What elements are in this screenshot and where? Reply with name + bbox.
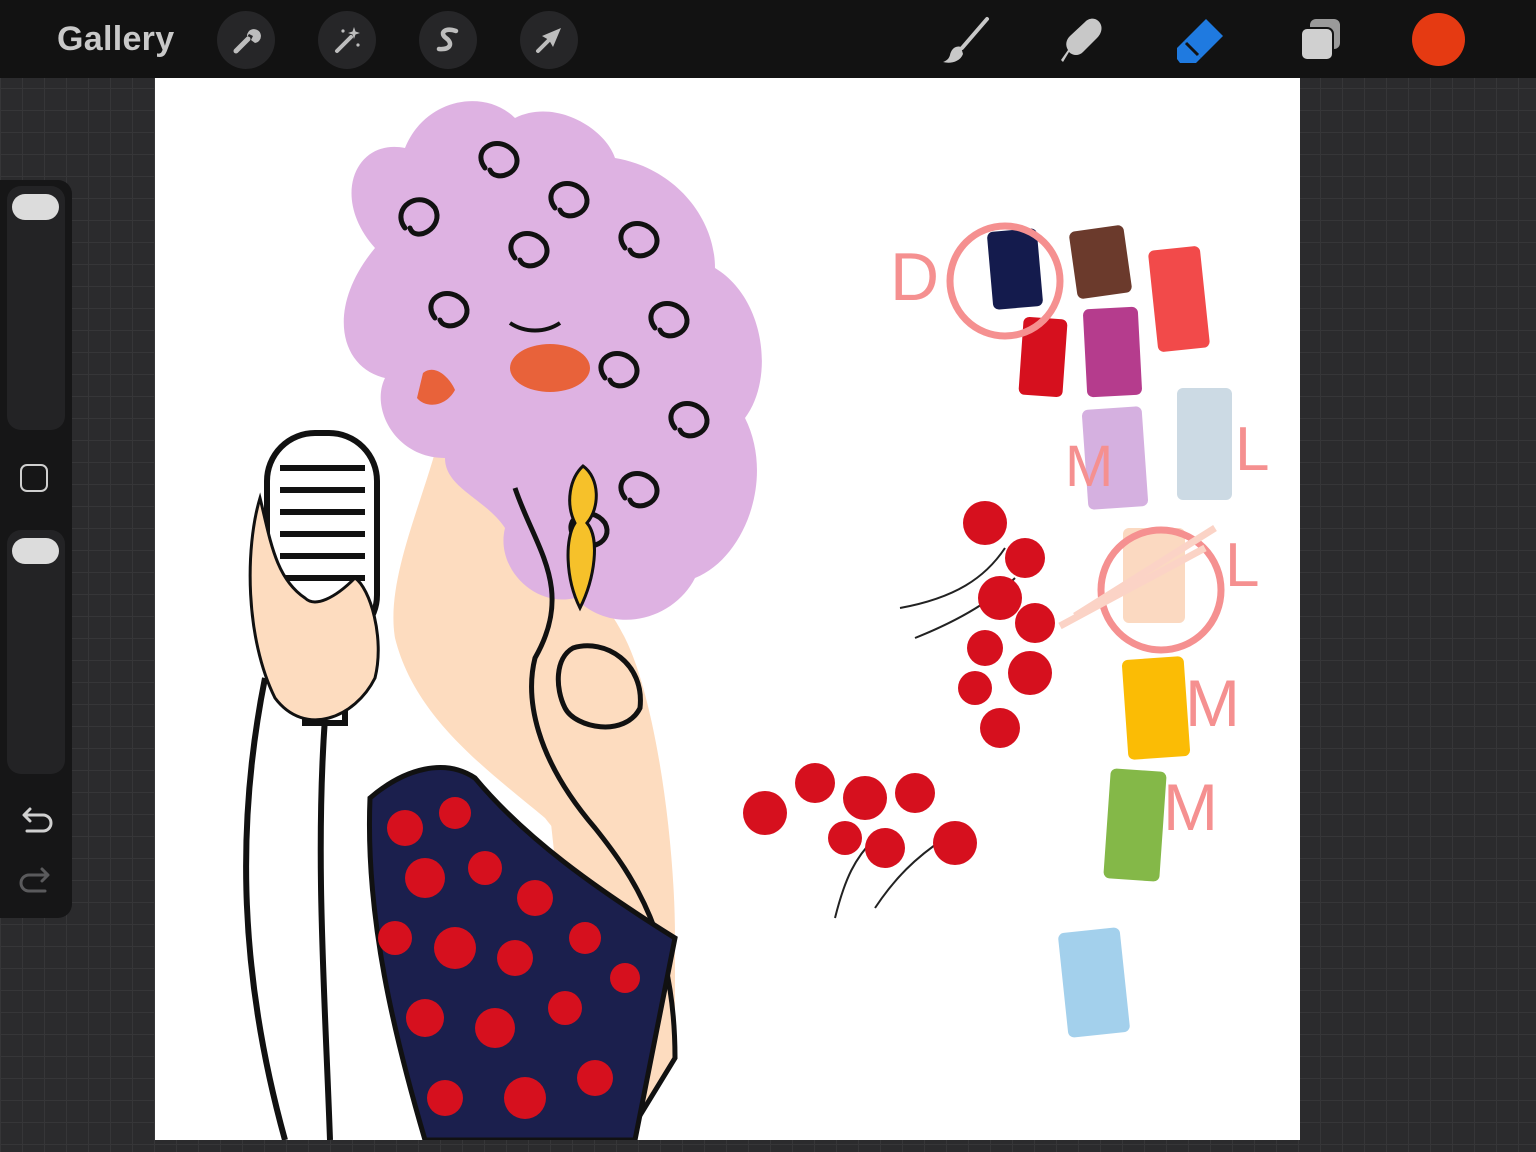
redo-button[interactable] bbox=[18, 862, 54, 898]
selection-s-icon bbox=[436, 27, 459, 52]
undo-icon bbox=[22, 807, 53, 833]
artwork: D M L L M M bbox=[243, 101, 1269, 1140]
layers-icon bbox=[1300, 19, 1340, 61]
letter-l-2: L bbox=[1225, 531, 1259, 600]
actions-button[interactable] bbox=[217, 11, 275, 69]
letter-m-2: M bbox=[1185, 666, 1240, 740]
letter-d: D bbox=[890, 239, 939, 315]
brush-size-thumb[interactable] bbox=[12, 194, 59, 220]
annotation-letters: D M L L M M bbox=[890, 239, 1269, 844]
swatch-coral-red bbox=[1148, 246, 1210, 352]
left-sidebar bbox=[0, 180, 72, 918]
swatch-green bbox=[1103, 768, 1167, 882]
color-picker-button[interactable] bbox=[1412, 13, 1465, 66]
gallery-button[interactable]: Gallery bbox=[57, 18, 174, 60]
undo-button[interactable] bbox=[18, 802, 54, 838]
modify-button[interactable] bbox=[20, 464, 48, 492]
letter-m-3: M bbox=[1163, 770, 1218, 844]
flower-sprig-lower bbox=[743, 763, 977, 919]
brush-button[interactable] bbox=[938, 12, 994, 68]
smudge-button[interactable] bbox=[1055, 12, 1111, 68]
smudge-finger-icon bbox=[1061, 18, 1102, 62]
transform-button[interactable] bbox=[520, 11, 578, 69]
swatch-navy bbox=[987, 228, 1043, 310]
cursor-arrow-icon bbox=[536, 28, 561, 53]
flower-sprig-upper bbox=[899, 501, 1055, 748]
drawing-canvas[interactable]: D M L L M M bbox=[155, 78, 1300, 1140]
cheek-blush bbox=[510, 344, 590, 392]
letter-m-1: M bbox=[1065, 434, 1113, 499]
top-toolbar: Gallery bbox=[0, 0, 1536, 78]
swatch-yellow bbox=[1121, 656, 1191, 760]
swatch-pale-blue-grey bbox=[1177, 388, 1232, 500]
paintbrush-icon bbox=[943, 17, 989, 63]
opacity-thumb[interactable] bbox=[12, 538, 59, 564]
letter-l-1: L bbox=[1235, 415, 1269, 484]
wrench-icon bbox=[233, 29, 261, 54]
adjustments-button[interactable] bbox=[318, 11, 376, 69]
swatch-brown bbox=[1069, 225, 1132, 299]
redo-icon bbox=[19, 867, 50, 893]
eraser-icon bbox=[1177, 19, 1223, 63]
selection-button[interactable] bbox=[419, 11, 477, 69]
magic-wand-icon bbox=[335, 27, 360, 53]
layers-button[interactable] bbox=[1293, 12, 1349, 68]
swatch-sky-blue bbox=[1058, 927, 1130, 1038]
swatch-magenta bbox=[1083, 306, 1142, 398]
opacity-slider[interactable] bbox=[7, 530, 65, 774]
brush-size-slider[interactable] bbox=[7, 186, 65, 430]
mic-cable bbox=[243, 677, 333, 1140]
eraser-button[interactable] bbox=[1173, 12, 1229, 68]
